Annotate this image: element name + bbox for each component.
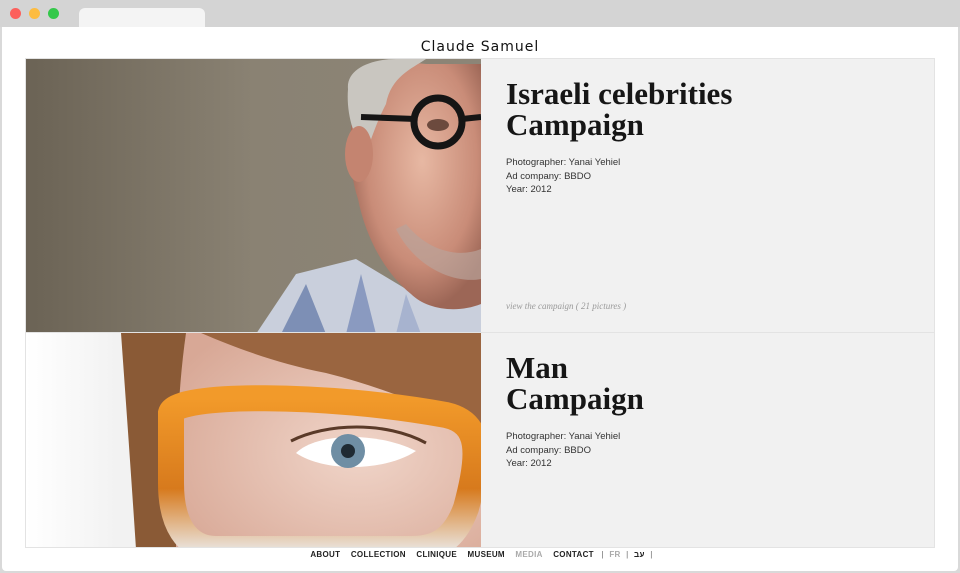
- campaign-meta: Photographer: Yanai Yehiel Ad company: B…: [506, 156, 934, 197]
- language-he[interactable]: עב: [634, 550, 645, 559]
- nav-separator: |: [650, 550, 653, 559]
- nav-about[interactable]: ABOUT: [310, 550, 340, 559]
- year-text: Year: 2012: [506, 184, 552, 195]
- campaign-title-line2: Campaign: [506, 381, 644, 416]
- campaign-card: Israeli celebrities Campaign Photographe…: [25, 58, 935, 333]
- campaign-photo-eye[interactable]: [26, 333, 481, 547]
- ad-company-text: Ad company: BBDO: [506, 444, 592, 456]
- campaign-title-line1: Israeli celebrities: [506, 76, 733, 111]
- nav-clinique[interactable]: CLINIQUE: [416, 550, 457, 559]
- nav-media[interactable]: MEDIA: [515, 550, 542, 559]
- campaign-meta: Photographer: Yanai Yehiel Ad company: B…: [506, 430, 934, 471]
- footer-navigation: ABOUT COLLECTION CLINIQUE MUSEUM MEDIA C…: [2, 550, 958, 559]
- ad-company-text: Ad company: BBDO: [506, 170, 592, 182]
- campaign-details: Israeli celebrities Campaign Photographe…: [506, 59, 934, 332]
- nav-separator: |: [626, 550, 629, 559]
- nav-collection[interactable]: COLLECTION: [351, 550, 406, 559]
- campaign-title: Israeli celebrities Campaign: [506, 59, 934, 140]
- page-viewport: Claude Samuel Israeli celebrities Campai…: [2, 27, 958, 571]
- photographer-text: Photographer: Yanai Yehiel: [506, 431, 621, 442]
- campaign-card: Man Campaign Photographer: Yanai Yehiel …: [25, 332, 935, 548]
- year-text: Year: 2012: [506, 458, 552, 469]
- close-window-button[interactable]: [10, 8, 21, 19]
- campaign-title: Man Campaign: [506, 333, 934, 414]
- campaign-photo-portrait[interactable]: [26, 59, 481, 332]
- photographer-text: Photographer: Yanai Yehiel: [506, 157, 621, 168]
- browser-tab[interactable]: [79, 8, 205, 27]
- browser-chrome: [0, 0, 960, 27]
- nav-museum[interactable]: MUSEUM: [468, 550, 505, 559]
- nav-separator: |: [601, 550, 604, 559]
- eye-glasses-photo-illustration: [26, 333, 481, 547]
- campaign-title-line2: Campaign: [506, 107, 644, 142]
- nav-contact[interactable]: CONTACT: [553, 550, 594, 559]
- campaign-details: Man Campaign Photographer: Yanai Yehiel …: [506, 333, 934, 547]
- minimize-window-button[interactable]: [29, 8, 40, 19]
- maximize-window-button[interactable]: [48, 8, 59, 19]
- site-logo[interactable]: Claude Samuel: [2, 39, 958, 55]
- view-campaign-link[interactable]: view the campaign ( 21 pictures ): [506, 301, 626, 311]
- campaign-title-line1: Man: [506, 350, 568, 385]
- language-fr[interactable]: FR: [609, 550, 620, 559]
- portrait-photo-illustration: [26, 59, 481, 332]
